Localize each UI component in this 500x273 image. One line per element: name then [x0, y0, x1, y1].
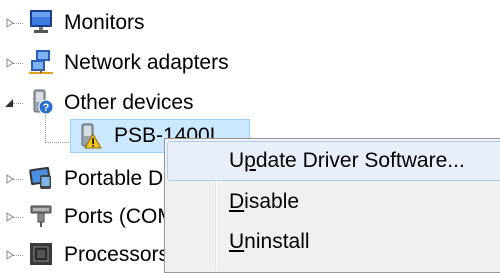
- menu-item-text: date Driver Software...: [255, 149, 465, 172]
- menu-item-uninstall[interactable]: Uninstall: [167, 222, 500, 262]
- tree-connector: [45, 142, 73, 143]
- warning-device-icon: [76, 123, 102, 149]
- menu-item-text: isable: [244, 190, 300, 213]
- menu-accelerator: D: [229, 190, 245, 213]
- unknown-device-icon: ?: [28, 89, 54, 115]
- menu-item-text: U: [229, 149, 245, 172]
- monitor-icon: [28, 9, 54, 35]
- collapse-arrow-icon[interactable]: [3, 97, 15, 109]
- portable-device-icon: [28, 165, 54, 191]
- expand-arrow-icon[interactable]: [4, 173, 16, 185]
- menu-accelerator: p: [244, 149, 256, 172]
- tree-item-network-adapters[interactable]: Network adapters: [0, 45, 300, 81]
- network-adapter-icon: [28, 49, 54, 75]
- processor-icon: [28, 241, 54, 267]
- tree-item-monitors[interactable]: Monitors: [0, 5, 300, 41]
- tree-item-other-devices[interactable]: ? Other devices: [0, 85, 300, 121]
- menu-item-update-driver[interactable]: Update Driver Software...: [167, 141, 500, 181]
- tree-item-label: Other devices: [64, 91, 194, 114]
- expand-arrow-icon[interactable]: [4, 249, 16, 261]
- svg-text:?: ?: [43, 102, 50, 114]
- menu-item-disable[interactable]: Disable: [167, 182, 500, 222]
- expand-arrow-icon[interactable]: [4, 57, 16, 69]
- expand-arrow-icon[interactable]: [4, 211, 16, 223]
- expand-arrow-icon[interactable]: [4, 17, 16, 29]
- menu-item-text: ninstall: [244, 230, 310, 253]
- tree-item-label: Monitors: [64, 11, 145, 34]
- menu-accelerator: U: [229, 230, 245, 253]
- tree-item-label: Network adapters: [64, 51, 229, 74]
- context-menu: Update Driver Software... Disable Uninst…: [164, 138, 500, 273]
- port-icon: [28, 203, 54, 229]
